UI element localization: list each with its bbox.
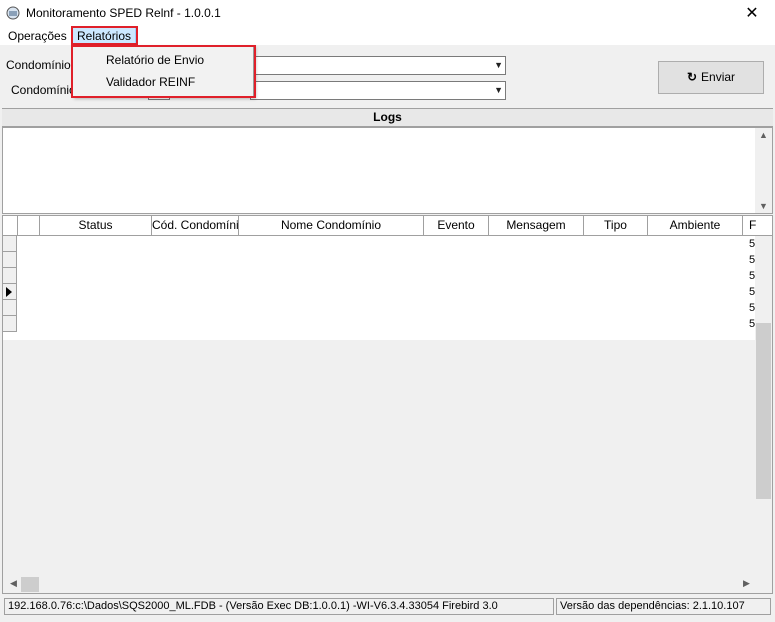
grid-vertical-scrollbar[interactable] [755,236,772,575]
scroll-right-icon[interactable]: ▶ [738,578,755,589]
row-indicator[interactable] [3,300,17,316]
col-tipo[interactable]: Tipo [584,216,648,236]
highlight-box-dropdown [71,45,256,98]
row-indicator[interactable] [3,236,17,252]
enviar-label: Enviar [701,70,736,84]
close-button[interactable]: ✕ [729,0,775,27]
col-status[interactable]: Status [40,216,152,236]
row-indicator[interactable] [3,252,17,268]
condominio-label: Condomínio [11,83,76,97]
current-row-arrow-icon [6,287,12,297]
col-f[interactable]: F [743,216,772,236]
vertical-scroll-thumb[interactable] [756,323,771,499]
app-icon [6,6,20,20]
menu-operacoes[interactable]: Operações [4,27,71,45]
events-grid: Status Cód. Condomínio Nome Condomínio E… [2,215,773,594]
highlight-box-menu [71,26,138,45]
title-bar: Monitoramento SPED Relnf - 1.0.0.1 ✕ [0,0,775,27]
logs-textarea[interactable]: ▲ ▼ [2,127,773,214]
window-title: Monitoramento SPED Relnf - 1.0.0.1 [26,6,221,20]
horizontal-scroll-thumb[interactable] [21,577,39,592]
chevron-down-icon[interactable]: ▼ [494,85,503,95]
row-indicator[interactable] [3,316,17,332]
status-dependencies: Versão das dependências: 2.1.10.107 [556,598,771,615]
app-window: Monitoramento SPED Relnf - 1.0.0.1 ✕ Ope… [0,0,775,622]
status-bar: 192.168.0.76:c:\Dados\SQS2000_ML.FDB - (… [0,596,775,616]
grid-body[interactable]: 5 5 5 5 5 5 [3,236,755,340]
logs-header: Logs [2,108,773,127]
col-nome-condominio[interactable]: Nome Condomínio [239,216,424,236]
col-check[interactable] [18,216,40,236]
row-indicator-current[interactable] [3,284,17,300]
col-cod-condominio[interactable]: Cód. Condomínio [152,216,239,236]
enviar-button[interactable]: ↻ Enviar [658,61,764,94]
condominio-inicial-select[interactable]: ▼ [250,56,506,75]
grid-header: Status Cód. Condomínio Nome Condomínio E… [3,216,772,236]
scroll-up-icon[interactable]: ▲ [755,130,772,140]
row-indicator[interactable] [3,268,17,284]
chevron-down-icon[interactable]: ▼ [494,60,503,70]
grid-horizontal-scrollbar[interactable]: ◀ ▶ [3,576,755,593]
refresh-icon: ↻ [686,70,698,84]
condominio-select[interactable]: ▼ [250,81,506,100]
condominio-inicial-label: Condomínio I [6,58,78,72]
col-mensagem[interactable]: Mensagem [489,216,584,236]
status-connection: 192.168.0.76:c:\Dados\SQS2000_ML.FDB - (… [4,598,554,615]
logs-scrollbar[interactable]: ▲ ▼ [755,128,772,213]
col-indicator[interactable] [3,216,18,236]
scroll-left-icon[interactable]: ◀ [5,578,22,589]
col-ambiente[interactable]: Ambiente [648,216,743,236]
scroll-down-icon[interactable]: ▼ [755,201,772,211]
col-evento[interactable]: Evento [424,216,489,236]
